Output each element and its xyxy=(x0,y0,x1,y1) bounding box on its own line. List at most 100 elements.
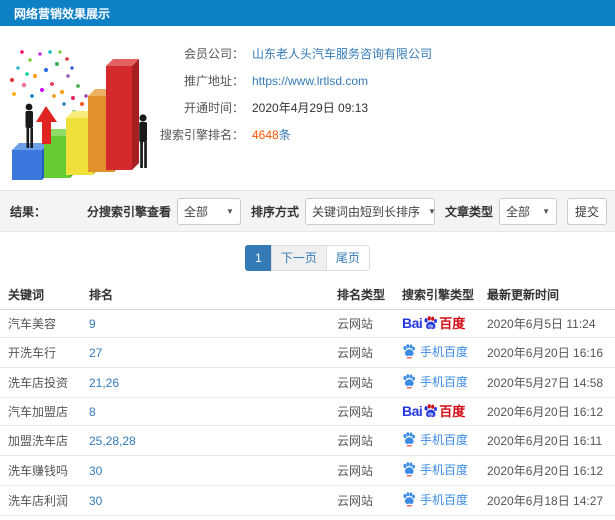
rank-count-unit: 条 xyxy=(278,128,291,142)
marketing-chart-illustration xyxy=(10,50,147,180)
baidu-logo-bai-text: Bai xyxy=(402,403,423,420)
rank-link[interactable]: 30 xyxy=(89,464,102,478)
updated-cell: 2020年6月20日 16:11 xyxy=(487,425,615,456)
bar-red xyxy=(106,59,139,170)
updated-cell: 2020年6月18日 14:30 xyxy=(487,515,615,520)
info-row-open-time: 开通时间： 2020年4月29日 09:13 xyxy=(160,94,432,121)
baidu-logo: Bai du 百度 xyxy=(402,404,465,419)
keyword-cell: 洗车赚钱吗 xyxy=(0,455,89,486)
rank-count-value: 4648条 xyxy=(252,126,291,143)
rank-type-cell: 云网站 xyxy=(337,397,402,426)
baidu-paw-icon xyxy=(403,344,415,359)
engine-cell: 手机百度 xyxy=(402,425,487,456)
mobile-baidu-logo: 手机百度 xyxy=(402,343,468,360)
rank-type-cell: 云网站 xyxy=(337,337,402,368)
company-name-link[interactable]: 山东老人头汽车服务咨询有限公司 xyxy=(252,45,432,62)
engine-cell: Bai du 百度 xyxy=(402,309,487,338)
company-label: 会员公司： xyxy=(183,47,244,61)
chevron-down-icon: ▼ xyxy=(542,206,550,216)
open-time-label: 开通时间： xyxy=(183,101,244,115)
last-page-button[interactable]: 尾页 xyxy=(325,245,370,271)
promo-url-link[interactable]: https://www.lrtlsd.com xyxy=(252,74,368,88)
baidu-paw-icon xyxy=(403,462,415,477)
engine-cell: 手机百度 xyxy=(402,485,487,516)
chevron-down-icon: ▼ xyxy=(428,206,436,216)
rank-count-label: 搜索引擎排名： xyxy=(160,128,245,142)
engine-filter-select[interactable]: 全部 ▼ xyxy=(176,197,241,225)
table-row: 汽车加盟店 8 云网站 Bai du 百度 2020年6月20日 16:12 xyxy=(0,397,615,426)
baidu-logo-cn-text: 百度 xyxy=(439,315,466,331)
engine-cell: 手机百度 xyxy=(402,455,487,486)
mobile-baidu-logo: 手机百度 xyxy=(402,373,468,390)
submit-button[interactable]: 提交 xyxy=(567,197,607,225)
info-row-company: 会员公司： 山东老人头汽车服务咨询有限公司 xyxy=(160,40,432,67)
company-info: 会员公司： 山东老人头汽车服务咨询有限公司 推广地址： https://www.… xyxy=(160,40,432,148)
mobile-baidu-text: 手机百度 xyxy=(420,345,469,359)
baidu-paw-icon xyxy=(403,492,415,507)
filter-controls: 分搜索引擎查看 全部 ▼ 排序方式 关键词由短到长排序 ▼ 文章类型 全部 ▼ … xyxy=(77,197,607,225)
engine-filter-label: 分搜索引擎查看 xyxy=(86,204,171,219)
rank-type-cell: 云网站 xyxy=(337,367,402,398)
businessman-left xyxy=(25,103,33,148)
table-row: 洗车店加盟 3 云网站 Bai du 百度 2020年6月18日 14:30 xyxy=(0,515,615,520)
results-table-body: 汽车美容 9 云网站 Bai du 百度 2020年6月5日 11:24 开洗车… xyxy=(0,309,615,520)
rank-type-cell: 云网站 xyxy=(337,425,402,456)
updated-cell: 2020年6月5日 11:24 xyxy=(487,309,615,338)
keyword-cell: 洗车店投资 xyxy=(0,367,89,398)
header-rank-type: 排名类型 xyxy=(337,280,402,310)
mobile-baidu-text: 手机百度 xyxy=(420,463,469,477)
mobile-baidu-logo: 手机百度 xyxy=(402,461,468,478)
rank-link[interactable]: 30 xyxy=(89,494,102,508)
mobile-baidu-logo: 手机百度 xyxy=(402,431,468,448)
baidu-paw-icon: du xyxy=(424,316,438,329)
mobile-baidu-text: 手机百度 xyxy=(420,433,469,447)
page-title: 网络营销效果展示 xyxy=(14,6,111,21)
confetti-dots xyxy=(10,50,88,120)
rank-type-cell: 云网站 xyxy=(337,455,402,486)
next-page-button[interactable]: 下一页 xyxy=(270,245,327,271)
mobile-baidu-text: 手机百度 xyxy=(420,375,469,389)
result-label: 结果： xyxy=(10,204,47,219)
rank-type-cell: 云网站 xyxy=(337,309,402,338)
sort-filter-value: 关键词由短到长排序 xyxy=(311,204,420,219)
svg-text:du: du xyxy=(428,323,434,328)
chevron-down-icon: ▼ xyxy=(226,206,234,216)
table-row: 汽车美容 9 云网站 Bai du 百度 2020年6月5日 11:24 xyxy=(0,309,615,338)
keyword-cell: 洗车店利润 xyxy=(0,485,89,516)
table-row: 洗车店利润 30 云网站 手机百度 2020年6月18日 14:27 xyxy=(0,485,615,516)
updated-cell: 2020年6月20日 16:12 xyxy=(487,455,615,486)
rank-link[interactable]: 9 xyxy=(89,317,96,331)
updated-cell: 2020年5月27日 14:58 xyxy=(487,367,615,398)
baidu-paw-icon xyxy=(403,374,415,389)
sort-filter-select[interactable]: 关键词由短到长排序 ▼ xyxy=(304,197,436,225)
rank-link[interactable]: 25,28,28 xyxy=(89,434,136,448)
keyword-cell: 加盟洗车店 xyxy=(0,425,89,456)
updated-cell: 2020年6月18日 14:27 xyxy=(487,485,615,516)
baidu-paw-icon xyxy=(403,432,415,447)
baidu-paw-icon: du xyxy=(424,404,438,417)
open-time-value: 2020年4月29日 09:13 xyxy=(252,101,369,115)
page-1-button[interactable]: 1 xyxy=(245,245,272,271)
engine-cell: Bai du 百度 xyxy=(402,397,487,426)
table-header-row: 关键词 排名 排名类型 搜索引擎类型 最新更新时间 xyxy=(0,280,615,310)
rank-type-cell: 云网站 xyxy=(337,485,402,516)
engine-cell: Bai du 百度 xyxy=(402,515,487,520)
type-filter-label: 文章类型 xyxy=(444,204,493,219)
info-row-url: 推广地址： https://www.lrtlsd.com xyxy=(160,67,432,94)
bar-blue xyxy=(12,143,49,180)
rank-link[interactable]: 27 xyxy=(89,346,102,360)
filter-bar: 结果： 分搜索引擎查看 全部 ▼ 排序方式 关键词由短到长排序 ▼ 文章类型 全… xyxy=(0,190,615,232)
type-filter-select[interactable]: 全部 ▼ xyxy=(499,197,557,225)
businessman-right xyxy=(139,114,147,168)
header-rank: 排名 xyxy=(89,280,337,310)
results-table: 关键词 排名 排名类型 搜索引擎类型 最新更新时间 汽车美容 9 云网站 Bai… xyxy=(0,280,615,520)
rank-link[interactable]: 21,26 xyxy=(89,376,119,390)
engine-cell: 手机百度 xyxy=(402,367,487,398)
info-row-rank-count: 搜索引擎排名： 4648条 xyxy=(160,121,432,148)
table-row: 开洗车行 27 云网站 手机百度 2020年6月20日 16:16 xyxy=(0,337,615,368)
svg-text:du: du xyxy=(428,411,434,416)
rank-link[interactable]: 8 xyxy=(89,405,96,419)
table-row: 洗车店投资 21,26 云网站 手机百度 2020年5月27日 14:58 xyxy=(0,367,615,398)
baidu-logo-bai-text: Bai xyxy=(402,315,423,332)
keyword-cell: 洗车店加盟 xyxy=(0,515,89,520)
